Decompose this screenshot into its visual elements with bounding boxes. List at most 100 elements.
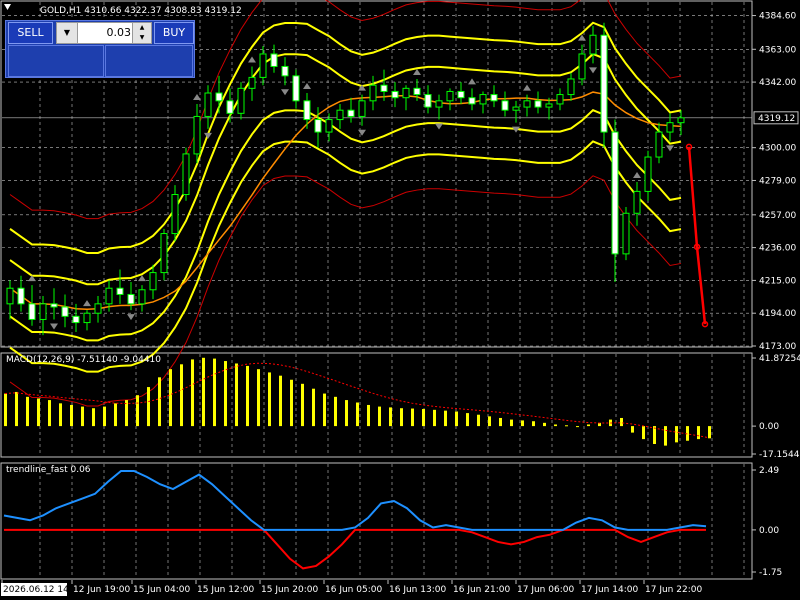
candle-body (127, 293, 135, 305)
macd-bar (488, 416, 491, 427)
time-axis-label: 15 Jun 20:00 (261, 585, 318, 595)
macd-bar (477, 414, 480, 427)
candle-body (182, 153, 190, 196)
macd-bar (114, 403, 117, 427)
spin-down-icon[interactable]: ▼ (133, 33, 151, 43)
trend-axis-label: 0.00 (759, 526, 779, 536)
candle-body (402, 87, 410, 99)
candle-body (28, 303, 36, 320)
fractal-up-icon (303, 83, 311, 90)
candle-body (534, 100, 542, 108)
sell-price-box[interactable] (8, 45, 104, 77)
candle-body (61, 306, 69, 317)
price-tick-label: 4215.00 (759, 276, 796, 286)
candle-body (413, 87, 421, 96)
candle-body (105, 287, 113, 305)
macd-bar (356, 402, 359, 427)
macd-bar (180, 364, 183, 427)
candle-body (435, 100, 443, 108)
price-tick-label: 4363.00 (759, 45, 796, 55)
buy-price-box[interactable] (105, 45, 193, 77)
macd-bar (587, 424, 590, 427)
candle-body (17, 287, 25, 305)
candle-body (149, 272, 157, 291)
macd-bar (499, 417, 502, 427)
candle-body (600, 34, 608, 133)
lot-dropdown-arrow-icon[interactable]: ▼ (57, 23, 78, 43)
candle-body (204, 92, 212, 117)
macd-bar (312, 388, 315, 427)
macd-bar (37, 398, 40, 427)
lot-size-field[interactable]: ▼ 0.03 ▲ ▼ (56, 22, 152, 44)
fractal-up-icon (248, 56, 256, 63)
macd-bar (15, 391, 18, 427)
time-axis-label: 17 Jun 06:00 (517, 585, 574, 595)
candle-body (490, 94, 498, 102)
time-axis-label: 12 Jun 19:00 (73, 585, 130, 595)
candle-body (666, 122, 674, 133)
lot-spinner[interactable]: ▲ ▼ (132, 23, 151, 43)
fractal-down-icon (666, 145, 674, 152)
candle-body (215, 92, 223, 102)
candle-body (468, 97, 476, 105)
macd-bar (708, 426, 711, 439)
fractal-down-icon (204, 132, 212, 139)
sell-button[interactable]: SELL (8, 22, 53, 44)
candle-body (545, 103, 553, 108)
candle-body (292, 75, 300, 102)
candle-body (633, 190, 641, 214)
macd-bar (268, 372, 271, 427)
macd-bar (422, 409, 425, 427)
macd-bar (510, 419, 513, 427)
lot-size-value[interactable]: 0.03 (107, 23, 132, 43)
macd-bar (59, 403, 62, 427)
time-axis-label: 17 Jun 22:00 (645, 585, 702, 595)
candle-body (259, 53, 267, 78)
macd-bar (70, 404, 73, 427)
candle-body (171, 194, 179, 235)
candle-body (270, 53, 278, 67)
macd-bar (279, 375, 282, 427)
macd-bar (411, 408, 414, 427)
macd-bar (521, 420, 524, 427)
candle-body (358, 100, 366, 117)
macd-bar (301, 383, 304, 427)
trendline-label: trendline_fast 0.06 (6, 465, 91, 475)
candle-body (83, 312, 91, 324)
macd-bar (4, 393, 7, 427)
macd-bar (48, 400, 51, 427)
candle-body (611, 131, 619, 255)
candle-body (578, 53, 586, 80)
time-axis-label: 16 Jun 05:00 (325, 585, 382, 595)
candle-body (380, 84, 388, 92)
spin-up-icon[interactable]: ▲ (133, 23, 151, 33)
candle-body (501, 100, 509, 111)
price-tick-label: 4300.00 (759, 144, 796, 154)
trend-axis-label: 2.49 (759, 466, 779, 476)
candle-body (512, 106, 520, 111)
candle-body (644, 156, 652, 192)
candle-body (677, 117, 685, 124)
grid (2, 2, 752, 578)
candle-body (369, 84, 377, 102)
candle-body (325, 119, 333, 133)
macd-bar (103, 406, 106, 427)
macd-bar (202, 357, 205, 427)
candle-body (72, 315, 80, 324)
macd-bar (367, 404, 370, 427)
candle-body (336, 109, 344, 121)
macd-bar (136, 395, 139, 427)
candle-body (622, 212, 630, 255)
candle-body (391, 90, 399, 99)
candle-body (94, 303, 102, 314)
fractal-down-icon (50, 323, 58, 330)
one-click-trade-panel: SELL ▼ 0.03 ▲ ▼ BUY (5, 20, 195, 78)
macd-signal-line (4, 362, 710, 439)
price-chart-svg[interactable]: 4384.60 4363.00 4342.00 4300.00 4279.00 4257.… (0, 0, 800, 600)
buy-button[interactable]: BUY (154, 22, 194, 44)
candle-body (39, 303, 47, 320)
macd-bar (290, 379, 293, 427)
macd-bar (257, 369, 260, 427)
candle-body (193, 115, 201, 155)
chart-window: { "header": { "symbol_line": "GOLD,H1 43… (0, 0, 800, 600)
